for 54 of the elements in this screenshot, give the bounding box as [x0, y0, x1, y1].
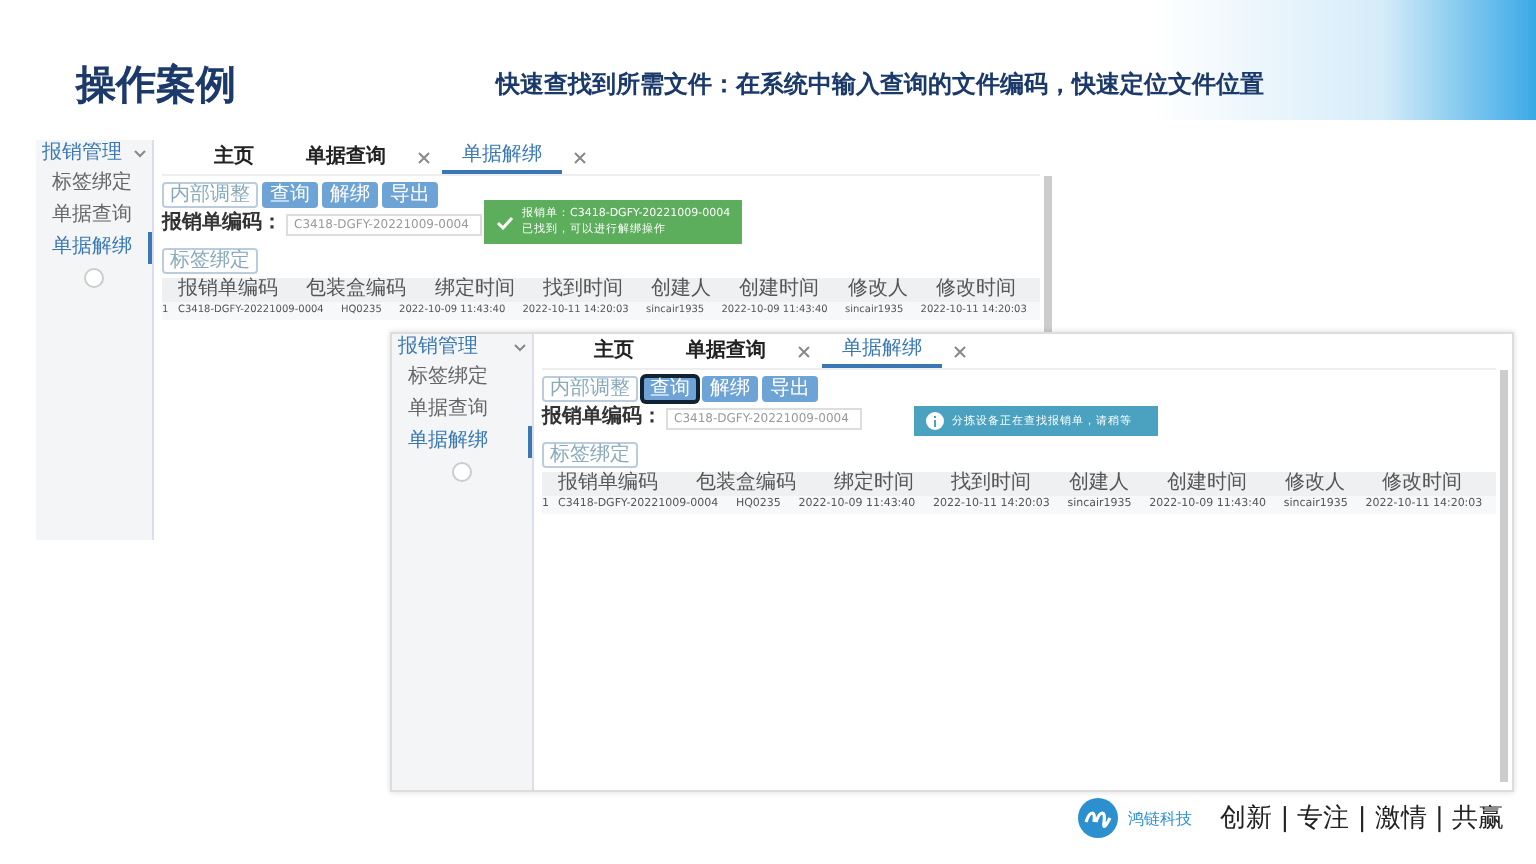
close-icon[interactable] [954, 346, 966, 358]
field-label: 报销单编码： [542, 406, 662, 430]
column-header: 修改人 [1284, 472, 1347, 496]
menu-group[interactable]: 报销管理 [392, 334, 532, 362]
check-icon [496, 215, 514, 229]
slogan: 创新 | 专注 | 激情 | 共赢 [1220, 802, 1504, 836]
sidebar-item[interactable]: 标签绑定 [36, 168, 152, 200]
toolbar-button[interactable]: 内部调整 [542, 376, 638, 402]
column-header: 包装盒编码 [695, 472, 798, 496]
slide-subtitle: 快速查找到所需文件：在系统中输入查询的文件编码，快速定位文件位置 [496, 67, 1264, 101]
column-header: 绑定时间 [434, 278, 517, 302]
column-header: 创建人 [1069, 472, 1131, 496]
toolbar-button[interactable]: 内部调整 [162, 182, 258, 208]
info-icon [926, 412, 944, 430]
column-header: 绑定时间 [833, 472, 916, 496]
bind-button[interactable]: 标签绑定 [162, 248, 258, 274]
tab[interactable]: 单据查询 [666, 338, 786, 366]
close-icon[interactable] [798, 346, 810, 358]
column-header: 找到时间 [951, 472, 1034, 496]
sidebar-item[interactable]: 单据解绑 [392, 426, 532, 458]
column-header: 修改人 [847, 278, 910, 302]
field-label: 报销单编码： [162, 212, 282, 236]
column-header: 报销单编码 [178, 278, 280, 302]
sidebar-item[interactable]: 标签绑定 [392, 362, 532, 394]
column-header: 包装盒编码 [306, 278, 409, 302]
sidebar-item[interactable]: 单据查询 [392, 394, 532, 426]
toolbar-button[interactable]: 查询 [642, 376, 698, 402]
column-header: 创建时间 [1166, 472, 1249, 496]
tab[interactable]: 主页 [574, 338, 654, 366]
sidebar-item[interactable]: 单据解绑 [36, 232, 152, 264]
tab[interactable]: 单据解绑 [442, 142, 562, 174]
logo-icon [1076, 796, 1121, 840]
column-header: 找到时间 [542, 278, 625, 302]
toolbar-button[interactable]: 导出 [762, 376, 818, 402]
column-header: 创建人 [651, 278, 713, 302]
close-icon[interactable] [574, 152, 586, 164]
column-header: 修改时间 [1382, 472, 1465, 496]
sidebar-item[interactable]: 单据查询 [36, 200, 152, 232]
tab[interactable]: 主页 [194, 144, 274, 172]
toolbar-button[interactable]: 解绑 [322, 182, 378, 208]
column-header: 报销单编码 [558, 472, 660, 496]
toolbar-button[interactable]: 查询 [262, 182, 318, 208]
bind-button[interactable]: 标签绑定 [542, 442, 638, 468]
tab[interactable]: 单据解绑 [822, 336, 942, 368]
tab[interactable]: 单据查询 [286, 144, 406, 172]
column-header: 创建时间 [739, 278, 822, 302]
scrollbar[interactable] [1500, 370, 1508, 782]
close-icon[interactable] [418, 152, 430, 164]
column-header: 修改时间 [935, 278, 1018, 302]
logo-text: 鸿链科技 [1128, 807, 1193, 829]
toolbar-button[interactable]: 解绑 [702, 376, 758, 402]
slide-title: 操作案例 [76, 57, 238, 111]
toolbar-button[interactable]: 导出 [382, 182, 438, 208]
menu-group[interactable]: 报销管理 [36, 140, 152, 168]
